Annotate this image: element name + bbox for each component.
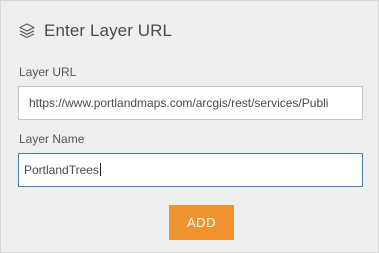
panel-header: Enter Layer URL bbox=[18, 19, 172, 43]
text-cursor bbox=[99, 163, 101, 177]
layer-name-value: PortlandTrees bbox=[24, 163, 99, 177]
add-button[interactable]: ADD bbox=[169, 205, 234, 240]
layer-url-label: Layer URL bbox=[19, 65, 77, 79]
layer-name-input[interactable]: PortlandTrees bbox=[18, 153, 363, 187]
layer-name-label: Layer Name bbox=[19, 132, 85, 146]
layer-url-input[interactable]: https://www.portlandmaps.com/arcgis/rest… bbox=[18, 86, 363, 120]
enter-layer-url-panel: Enter Layer URL Layer URL https://www.po… bbox=[0, 0, 379, 253]
layers-icon bbox=[18, 22, 36, 40]
panel-title: Enter Layer URL bbox=[44, 21, 173, 40]
